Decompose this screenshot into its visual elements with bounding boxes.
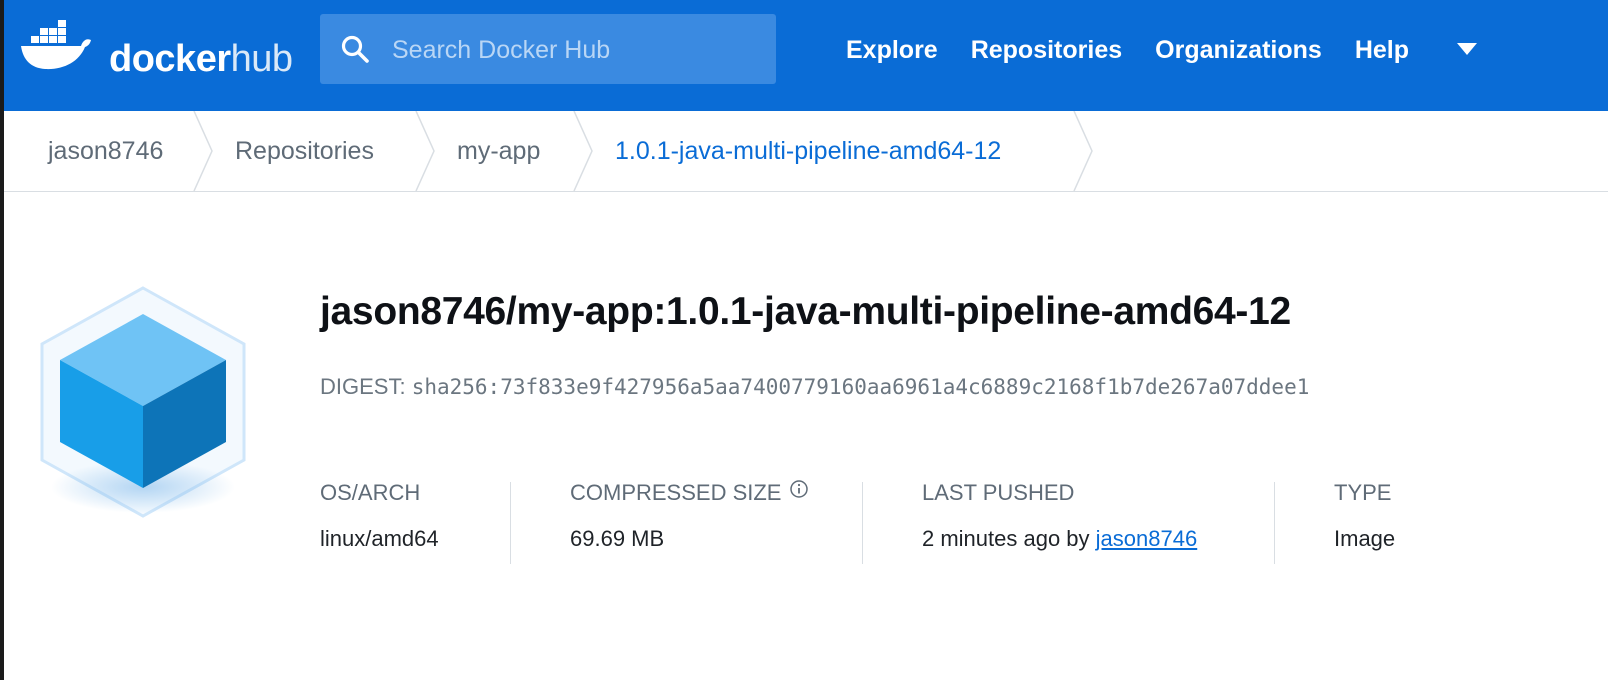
breadcrumb-separator-icon <box>193 111 213 191</box>
last-pushed-value: 2 minutes ago by jason8746 <box>922 526 1197 552</box>
nav-organizations[interactable]: Organizations <box>1155 36 1322 65</box>
docker-hub-logo[interactable]: dockerhub <box>19 16 299 78</box>
breadcrumb: jason8746 Repositories my-app 1.0.1-java… <box>4 111 1608 192</box>
image-digest: DIGEST: sha256:73f833e9f427956a5aa740077… <box>320 374 1309 400</box>
page-title: jason8746/my-app:1.0.1-java-multi-pipeli… <box>320 290 1291 333</box>
search-input[interactable] <box>390 14 764 86</box>
digest-value: sha256:73f833e9f427956a5aa7400779160aa69… <box>411 375 1310 399</box>
breadcrumb-item-repo[interactable]: my-app <box>457 111 540 191</box>
breadcrumb-item-repositories[interactable]: Repositories <box>235 111 374 191</box>
meta-divider <box>1274 482 1275 564</box>
top-navigation-bar: dockerhub Explore Repositories Organizat… <box>4 0 1608 111</box>
pushed-by-user-link[interactable]: jason8746 <box>1096 526 1198 551</box>
digest-label: DIGEST: <box>320 374 406 399</box>
docker-whale-icon <box>21 20 91 70</box>
breadcrumb-separator-icon <box>415 111 435 191</box>
meta-type: TYPE Image <box>1334 480 1395 564</box>
breadcrumb-separator-icon <box>573 111 593 191</box>
type-label: TYPE <box>1334 480 1392 505</box>
info-icon[interactable] <box>789 479 809 499</box>
user-menu-chevron-down-icon[interactable] <box>1456 42 1478 56</box>
image-cube-icon <box>40 286 246 518</box>
os-arch-label: OS/ARCH <box>320 480 421 505</box>
compressed-size-header: COMPRESSED SIZE <box>570 480 809 506</box>
meta-divider <box>510 482 511 564</box>
nav-explore[interactable]: Explore <box>846 36 938 65</box>
compressed-size-value: 69.69 MB <box>570 526 665 551</box>
last-pushed-label: LAST PUSHED <box>922 480 1075 505</box>
type-value: Image <box>1334 526 1396 551</box>
search-box[interactable] <box>320 14 776 86</box>
compressed-size-label: COMPRESSED SIZE <box>570 480 782 505</box>
os-arch-value: linux/amd64 <box>320 526 439 551</box>
logo-wordmark: dockerhub <box>109 40 293 78</box>
meta-last-pushed: LAST PUSHED 2 minutes ago by jason8746 <box>922 480 1197 564</box>
logo-hub-text: hub <box>230 38 293 80</box>
nav-help[interactable]: Help <box>1355 36 1409 65</box>
meta-compressed-size: COMPRESSED SIZE 69.69 MB <box>570 480 809 564</box>
meta-divider <box>862 482 863 564</box>
search-icon <box>341 35 369 63</box>
breadcrumb-separator-icon <box>1073 111 1093 191</box>
nav-repositories[interactable]: Repositories <box>971 36 1122 65</box>
breadcrumb-item-user[interactable]: jason8746 <box>48 111 163 191</box>
main-nav: Explore Repositories Organizations Help <box>846 30 1442 70</box>
logo-docker-text: docker <box>109 38 231 80</box>
last-pushed-time: 2 minutes ago by <box>922 526 1090 551</box>
meta-os-arch: OS/ARCH linux/amd64 <box>320 480 439 564</box>
breadcrumb-item-tag: 1.0.1-java-multi-pipeline-amd64-12 <box>615 137 1002 165</box>
